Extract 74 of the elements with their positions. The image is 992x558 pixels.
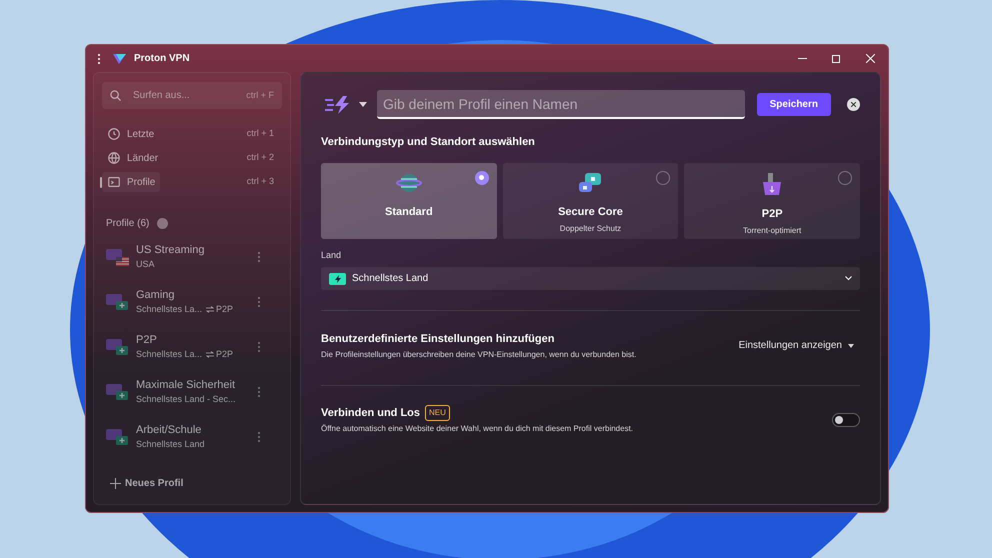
locks-icon	[577, 172, 604, 194]
new-badge: NEU	[425, 404, 450, 421]
shortcut-label: ctrl + 1	[246, 127, 275, 140]
menu-icon[interactable]	[98, 54, 101, 64]
connection-type-card[interactable]: Standard	[321, 162, 497, 238]
setting-description: Öffne automatisch eine Website deiner Wahl, wenn du dich mit diesem Profil verbindest.	[321, 423, 634, 435]
icon-picker[interactable]	[325, 96, 367, 114]
save-button[interactable]: Speichern	[756, 93, 831, 116]
setting-title: Benutzerdefinierte Einstellungen hinzufügen	[321, 332, 556, 347]
profile-detail: Schnellstes Land	[136, 438, 205, 451]
card-title: Standard	[384, 204, 433, 220]
globe-icon	[107, 151, 121, 165]
selection-indicator	[100, 176, 102, 188]
section-heading: Verbindungstyp und Standort auswählen	[321, 135, 536, 150]
radio-button[interactable]	[474, 170, 489, 184]
nav-item[interactable]: Profile	[102, 172, 160, 192]
profile-icon	[106, 292, 130, 312]
p2p-tag: P2P	[216, 302, 234, 316]
card-subtitle: Doppelter Schutz	[560, 223, 622, 235]
profile-name: Gaming	[136, 288, 176, 302]
card-title: P2P	[762, 206, 783, 222]
saved-connection-entry[interactable]: P2P Schnellstes La... P2P	[102, 333, 282, 361]
setting-description: Die Profileinstellungen überschreiben deine VPN-Einstellungen, wenn du verbunden bist.	[321, 348, 636, 360]
profile-detail: Schnellstes La...	[136, 303, 202, 316]
saved-connection-entry[interactable]: Gaming Schnellstes La... P2P	[102, 288, 282, 316]
country-dropdown[interactable]: Schnellstes Land	[321, 267, 860, 290]
search-input[interactable]: Surfen aus...	[133, 88, 234, 103]
radio-button[interactable]	[838, 170, 852, 184]
connection-type-card[interactable]: P2P Torrent-optimiert	[684, 162, 860, 238]
profile-detail: Schnellstes Land - Sec...	[136, 393, 236, 406]
profile-icon	[106, 247, 130, 267]
profile-name: Maximale Sicherheit	[136, 378, 236, 392]
nav-item[interactable]: Letzte	[102, 124, 160, 144]
window-icon	[107, 175, 121, 189]
shortcut-label: ctrl + 3	[246, 175, 275, 188]
setting-title: Verbinden und Los	[321, 406, 420, 420]
profile-icon	[106, 427, 130, 447]
saved-connection-entry[interactable]: Arbeit/Schule Schnellstes Land	[102, 423, 282, 451]
chevron-icon	[845, 276, 852, 281]
caret-icon	[848, 344, 854, 348]
p2p-tag: P2P	[216, 347, 234, 361]
section-heading: Profile (6)	[106, 217, 150, 231]
shortcut-label: ctrl + 2	[246, 151, 275, 164]
profile-detail: Schnellstes La...	[136, 348, 202, 361]
card-subtitle: Torrent-optimiert	[743, 225, 802, 237]
connection-type-card[interactable]: Secure Core Doppelter Schutz	[502, 162, 678, 238]
nav-item[interactable]: Länder	[102, 148, 164, 168]
close-icon[interactable]	[847, 98, 860, 111]
profile-icon	[106, 382, 130, 402]
profile-name: US Streaming	[136, 243, 206, 257]
profile-name: Arbeit/Schule	[136, 423, 202, 437]
saved-connection-entry[interactable]: US Streaming USA	[102, 243, 282, 271]
saved-connection-entry[interactable]: Maximale Sicherheit Schnellstes Land - Sec...	[102, 378, 282, 406]
radio-button[interactable]	[656, 170, 670, 184]
close-icon[interactable]	[866, 54, 875, 63]
clock-icon	[107, 127, 121, 141]
profile-name: P2P	[136, 333, 158, 347]
plus-icon	[110, 478, 121, 489]
show-settings-button[interactable]: Einstellungen anzeigen	[738, 338, 854, 354]
swap-arrows-icon	[206, 350, 214, 358]
card-title: Secure Core	[558, 204, 623, 220]
field-label: Land	[321, 248, 342, 262]
caret-icon	[359, 102, 367, 107]
search-icon	[110, 90, 121, 101]
app-logo-icon	[113, 52, 126, 64]
shortcut-label: ctrl + F	[246, 88, 274, 102]
window-title: Proton VPN	[134, 52, 190, 66]
new-profile-button[interactable]: Neues Profil	[110, 476, 282, 491]
swap-arrows-icon	[206, 306, 214, 312]
globe-icon	[396, 172, 422, 194]
bolt-icon	[329, 272, 346, 284]
profile-icon	[106, 337, 130, 357]
profile-detail: USA	[136, 258, 155, 271]
toggle-switch[interactable]	[832, 412, 860, 427]
